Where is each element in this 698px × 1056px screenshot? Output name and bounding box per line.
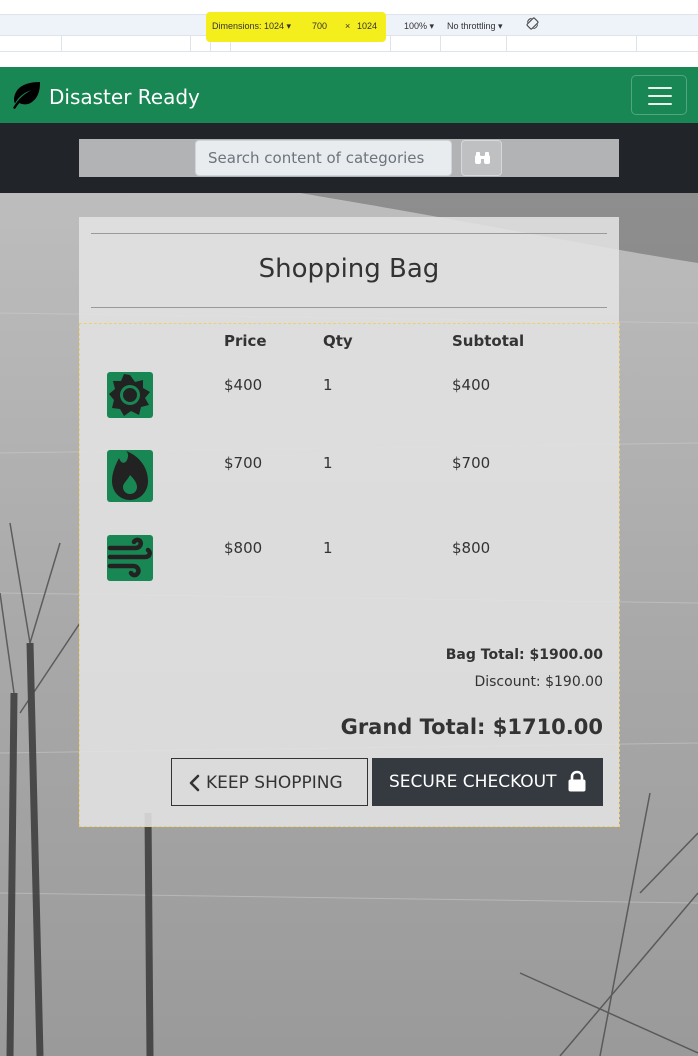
ruler-tick [61, 36, 62, 52]
search-button[interactable] [461, 140, 502, 176]
keep-shopping-button[interactable]: KEEP SHOPPING [171, 758, 368, 806]
width-input[interactable]: 700 [312, 21, 327, 31]
discount: Discount: $190.00 [474, 674, 603, 690]
hamburger-icon-bar [648, 103, 672, 105]
ruler-tick [390, 36, 391, 52]
fire-icon[interactable] [107, 450, 153, 502]
item-price: $800 [224, 539, 263, 557]
ruler-tick [506, 36, 507, 52]
ruler-tick [190, 36, 191, 52]
sun-icon[interactable] [107, 372, 153, 418]
column-header-price: Price [224, 332, 267, 350]
item-qty: 1 [323, 539, 333, 557]
item-subtotal: $400 [452, 376, 491, 394]
secure-checkout-label: SECURE CHECKOUT [389, 772, 557, 792]
item-subtotal: $700 [452, 454, 491, 472]
divider [91, 307, 607, 308]
binoculars-icon [475, 152, 490, 164]
item-subtotal: $800 [452, 539, 491, 557]
height-input[interactable]: 1024 [357, 21, 377, 31]
search-input[interactable]: Search content of categories [195, 140, 452, 176]
bag-table [79, 323, 620, 827]
zoom-dropdown[interactable]: 100% ▾ [404, 21, 434, 32]
dimensions-separator: × [345, 21, 351, 31]
keep-shopping-label: KEEP SHOPPING [206, 773, 343, 793]
rotate-icon[interactable] [526, 17, 539, 30]
divider [91, 233, 607, 234]
navbar-toggler-button[interactable] [631, 75, 687, 115]
wind-icon[interactable] [107, 535, 153, 581]
leaf-icon[interactable] [10, 80, 42, 110]
ruler-tick [440, 36, 441, 52]
item-price: $400 [224, 376, 263, 394]
item-qty: 1 [323, 376, 333, 394]
column-header-subtotal: Subtotal [452, 332, 525, 350]
hamburger-icon-bar [648, 95, 672, 97]
item-price: $700 [224, 454, 263, 472]
throttling-dropdown[interactable]: No throttling ▾ [447, 21, 503, 32]
lock-icon [568, 770, 586, 792]
hamburger-icon [648, 87, 672, 89]
column-header-qty: Qty [323, 332, 353, 350]
ruler-tick [636, 36, 637, 52]
item-qty: 1 [323, 454, 333, 472]
secure-checkout-button[interactable]: SECURE CHECKOUT [372, 758, 603, 806]
dimensions-dropdown[interactable]: Dimensions: 1024 ▾ [212, 21, 291, 32]
devtools-toolbar: Dimensions: 1024 ▾ 700 × 1024 100% ▾ No … [0, 0, 698, 67]
bag-total: Bag Total: $1900.00 [445, 647, 603, 663]
page-title: Shopping Bag [258, 254, 440, 284]
brand-name[interactable]: Disaster Ready [49, 85, 200, 109]
grand-total: Grand Total: $1710.00 [340, 715, 603, 739]
chevron-left-icon [189, 774, 200, 792]
